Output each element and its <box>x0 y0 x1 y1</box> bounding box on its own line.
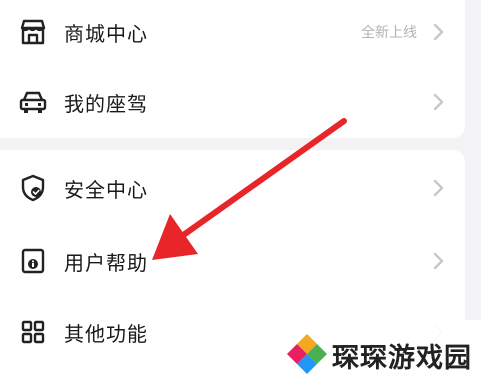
help-doc-icon <box>18 246 48 276</box>
watermark-text: 琛琛游戏园 <box>332 343 472 374</box>
menu-item-label: 其他功能 <box>64 321 148 346</box>
shield-check-icon <box>18 173 48 203</box>
menu-item-label: 商城中心 <box>64 21 148 46</box>
menu-item-security[interactable]: 安全中心 <box>0 158 465 218</box>
store-icon <box>18 17 48 47</box>
grid-icon <box>18 317 48 347</box>
chevron-right-icon <box>433 93 444 111</box>
menu-item-store[interactable]: 商城中心 全新上线 <box>0 2 465 62</box>
watermark: 琛琛游戏园 <box>282 320 481 386</box>
menu-item-user-help[interactable]: 用户帮助 <box>0 231 465 291</box>
chevron-right-icon <box>433 252 444 270</box>
menu-item-label: 我的座驾 <box>64 91 148 116</box>
menu-item-my-car[interactable]: 我的座驾 <box>0 72 465 132</box>
menu-item-label: 用户帮助 <box>64 250 148 275</box>
car-icon <box>18 87 48 117</box>
chevron-right-icon <box>433 23 444 41</box>
watermark-logo-icon <box>287 334 327 374</box>
menu-item-label: 安全中心 <box>64 177 148 202</box>
menu-card-top: 商城中心 全新上线 我的座驾 <box>0 0 465 138</box>
menu-item-subtitle: 全新上线 <box>361 25 417 41</box>
chevron-right-icon <box>433 179 444 197</box>
